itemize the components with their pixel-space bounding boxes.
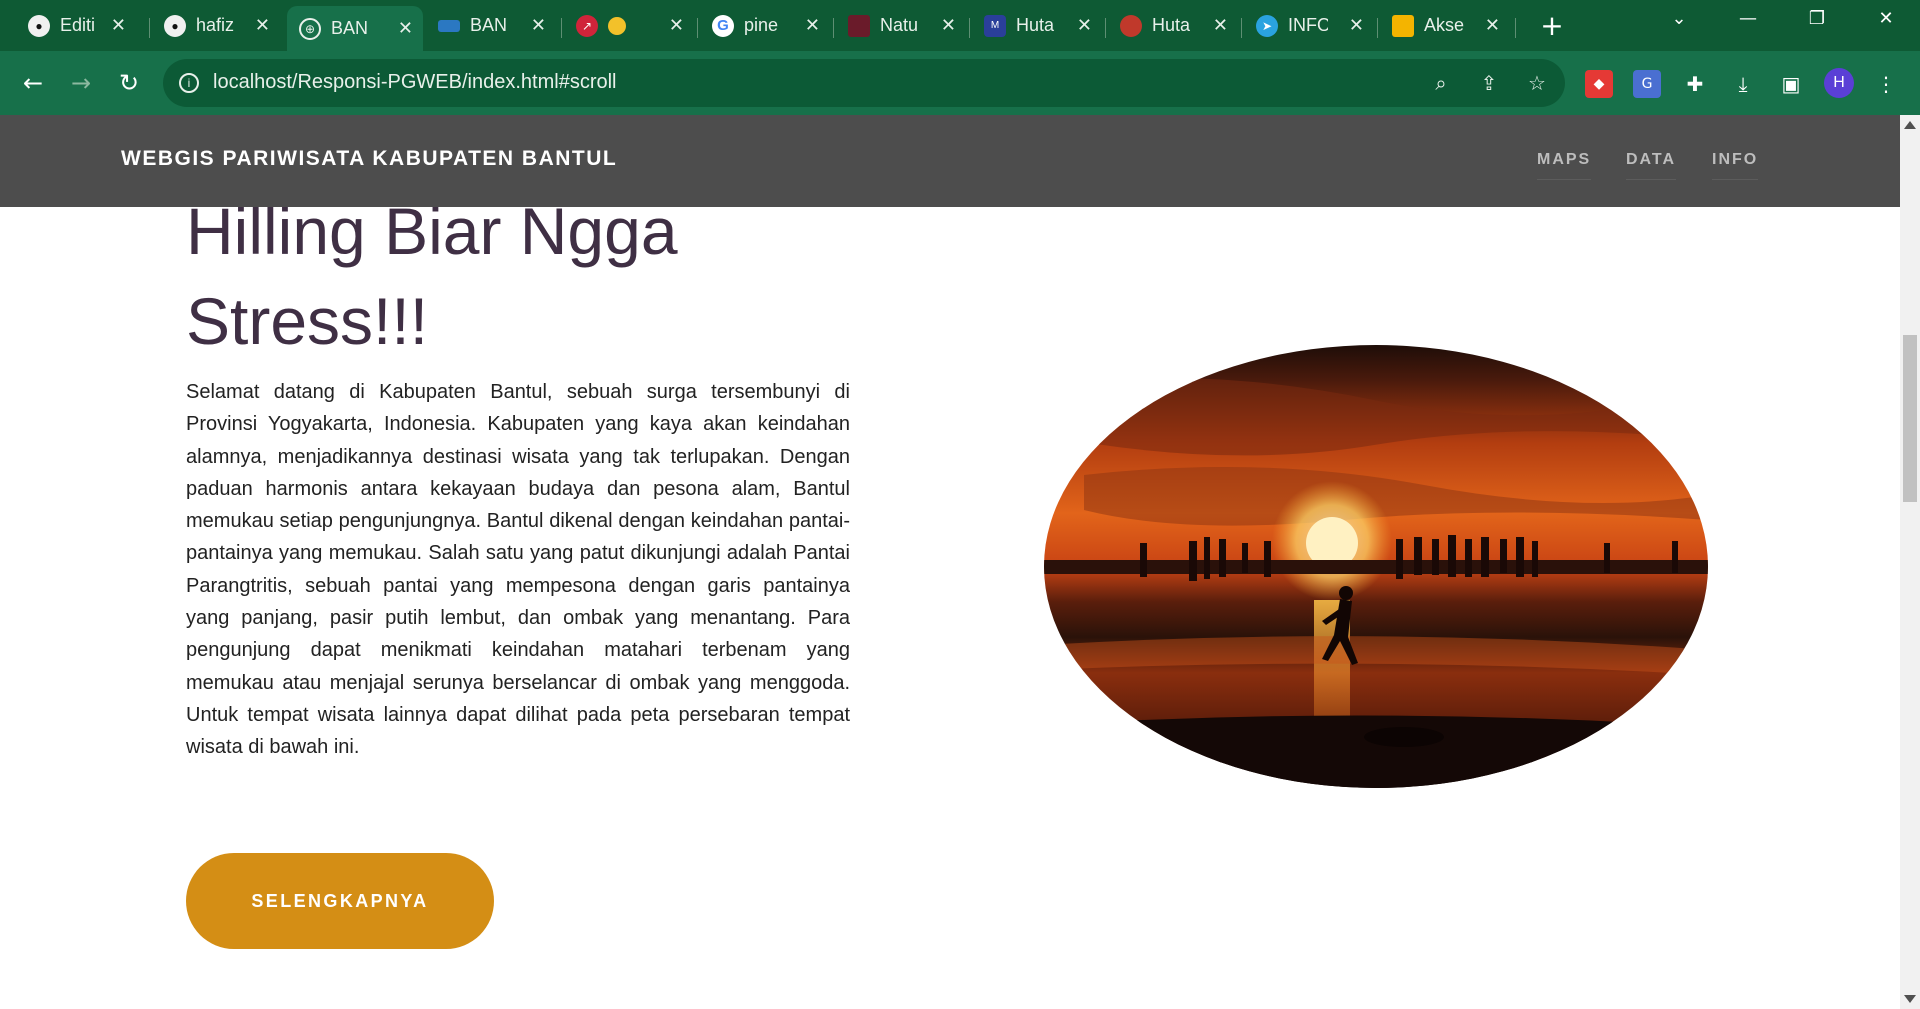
- close-icon[interactable]: ✕: [1077, 15, 1092, 36]
- tab-title: INFO: [1288, 15, 1328, 35]
- menu-icon[interactable]: ⋮: [1872, 70, 1900, 98]
- tab[interactable]: ↗ ✕: [564, 8, 694, 43]
- share-icon[interactable]: ⇪: [1477, 71, 1501, 95]
- tab-title: Huta: [1016, 15, 1055, 35]
- close-icon[interactable]: ✕: [669, 15, 684, 36]
- address-bar[interactable]: i localhost/Responsi-PGWEB/index.html#sc…: [163, 59, 1565, 107]
- close-icon[interactable]: ✕: [255, 15, 270, 36]
- tab-strip: ● Editi ✕ ● hafiz ✕ ⊕ BAN ✕ BAN ✕ ↗ ✕ G …: [0, 0, 1920, 51]
- github-icon: ●: [164, 14, 186, 37]
- tab[interactable]: Akse ✕: [1380, 8, 1510, 43]
- restore-icon[interactable]: ❐: [1797, 8, 1837, 29]
- close-icon[interactable]: ✕: [398, 18, 413, 39]
- site-icon: ↗: [576, 14, 598, 37]
- google-icon: G: [712, 14, 734, 37]
- close-icon[interactable]: ✕: [531, 15, 546, 36]
- read-more-button[interactable]: SELENGKAPNYA: [186, 853, 494, 949]
- thumbs-up-icon: [608, 16, 626, 35]
- reload-icon[interactable]: ↻: [111, 65, 147, 101]
- nav-link-maps[interactable]: MAPS: [1537, 151, 1592, 180]
- translate-icon[interactable]: G: [1633, 70, 1661, 98]
- intro-paragraph: Selamat datang di Kabupaten Bantul, sebu…: [186, 381, 850, 759]
- site-navbar: WEBGIS PARIWISATA KABUPATEN BANTUL MAPS …: [0, 115, 1900, 207]
- tab[interactable]: Natu ✕: [836, 8, 966, 43]
- globe-icon: ⊕: [299, 17, 321, 40]
- close-icon[interactable]: ✕: [805, 15, 820, 36]
- avatar[interactable]: H: [1824, 68, 1854, 98]
- puzzle-icon[interactable]: ✚: [1681, 70, 1709, 98]
- tab[interactable]: M Huta ✕: [972, 8, 1102, 43]
- tab[interactable]: ● Editi ✕: [16, 8, 136, 43]
- close-icon[interactable]: ✕: [1485, 15, 1500, 36]
- tab-title: Akse: [1424, 15, 1464, 35]
- side-panel-icon[interactable]: ▣: [1777, 70, 1805, 98]
- close-icon[interactable]: ✕: [941, 15, 956, 36]
- site-icon: M: [984, 14, 1006, 37]
- browser-toolbar: ← → ↻ i localhost/Responsi-PGWEB/index.h…: [0, 51, 1920, 115]
- window-close-icon[interactable]: ✕: [1866, 8, 1906, 29]
- slides-icon: [1392, 14, 1414, 37]
- tab-title: Editi: [60, 15, 96, 35]
- download-icon[interactable]: ⤓: [1729, 70, 1757, 98]
- nav-link-data[interactable]: DATA: [1626, 151, 1677, 180]
- page-title: Hilling Biar Ngga Stress!!!: [186, 186, 786, 366]
- title-line: Stress!!!: [186, 284, 429, 358]
- forward-icon[interactable]: →: [63, 65, 99, 101]
- tab-title: pine: [744, 15, 779, 35]
- new-tab-icon[interactable]: +: [1535, 8, 1569, 42]
- tab-title: BAN: [331, 18, 369, 38]
- sunset-beach-photo: [1044, 345, 1708, 788]
- tab[interactable]: ● hafiz ✕: [152, 8, 280, 43]
- tab-active[interactable]: ⊕ BAN ✕: [287, 6, 423, 51]
- site-icon: [1120, 14, 1142, 37]
- nav-link-info[interactable]: INFO: [1712, 151, 1759, 180]
- bookmark-star-icon[interactable]: ☆: [1525, 71, 1549, 95]
- zoom-icon[interactable]: ⌕: [1429, 71, 1453, 95]
- site-brand[interactable]: WEBGIS PARIWISATA KABUPATEN BANTUL: [121, 147, 617, 171]
- github-icon: ●: [28, 14, 50, 37]
- tab[interactable]: Huta ✕: [1108, 8, 1238, 43]
- tab-title: hafiz: [196, 15, 235, 35]
- back-icon[interactable]: ←: [15, 65, 51, 101]
- tab[interactable]: G pine ✕: [700, 8, 830, 43]
- scroll-down-icon[interactable]: [1904, 995, 1916, 1003]
- close-icon[interactable]: ✕: [1213, 15, 1228, 36]
- tab-search-icon[interactable]: ⌄: [1659, 8, 1699, 29]
- page-viewport: WEBGIS PARIWISATA KABUPATEN BANTUL MAPS …: [0, 115, 1900, 1009]
- tab[interactable]: BAN ✕: [426, 8, 556, 43]
- telegram-icon: ➤: [1256, 14, 1278, 37]
- site-info-icon[interactable]: i: [179, 73, 199, 93]
- site-icon: [438, 19, 460, 32]
- tab-title: Huta: [1152, 15, 1191, 35]
- tab[interactable]: ➤ INFO ✕: [1244, 8, 1374, 43]
- minimize-icon[interactable]: —: [1728, 8, 1768, 29]
- close-icon[interactable]: ✕: [111, 15, 126, 36]
- extension-icon[interactable]: ◆: [1585, 70, 1613, 98]
- page-scrollbar[interactable]: [1900, 115, 1920, 1009]
- scroll-up-icon[interactable]: [1904, 121, 1916, 129]
- close-icon[interactable]: ✕: [1349, 15, 1364, 36]
- tab-title: BAN: [470, 15, 508, 35]
- scroll-thumb[interactable]: [1903, 335, 1917, 502]
- tab-title: Natu: [880, 15, 919, 35]
- site-icon: [848, 14, 870, 37]
- url-text[interactable]: localhost/Responsi-PGWEB/index.html#scro…: [213, 71, 617, 94]
- sunset-scene: [1044, 377, 1708, 788]
